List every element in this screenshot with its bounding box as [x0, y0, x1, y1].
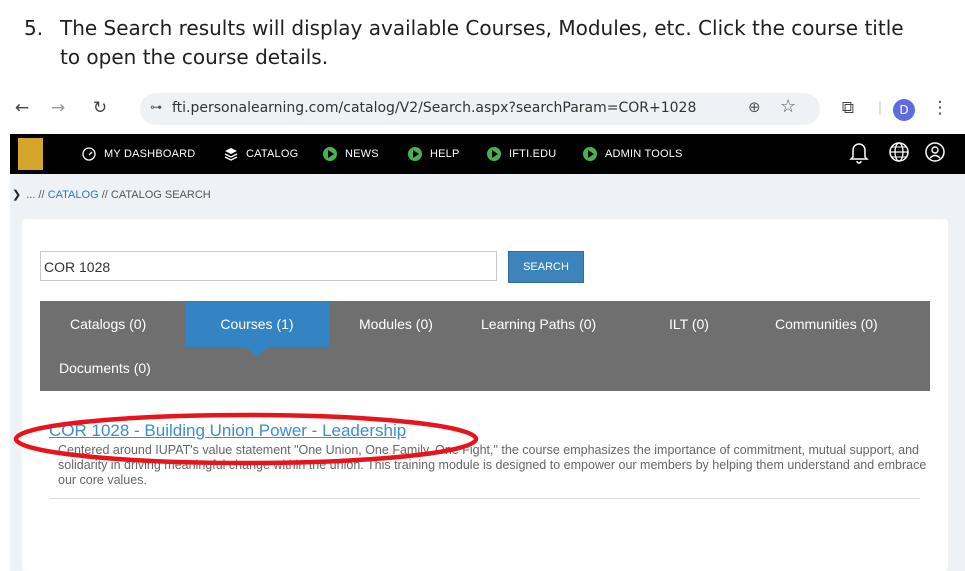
instruction-caption: 5. The Search results will display avail…	[24, 14, 924, 72]
nav-label: MY DASHBOARD	[104, 148, 196, 160]
globe-icon[interactable]	[888, 140, 910, 169]
nav-catalog[interactable]: CATALOG	[224, 146, 298, 162]
reload-icon[interactable]: ↻	[88, 96, 112, 120]
nav-ifti-edu[interactable]: IFTI.EDU	[487, 146, 556, 162]
nav-admin-tools[interactable]: ADMIN TOOLS	[583, 146, 683, 162]
red-annotation-ellipse	[13, 412, 479, 466]
step-number: 5.	[24, 16, 44, 40]
bookmark-star-icon[interactable]: ☆	[780, 96, 796, 117]
nav-label: CATALOG	[246, 148, 299, 160]
breadcrumb-ellipsis[interactable]: ... //	[26, 189, 44, 201]
chevron-right-icon: ❯	[12, 189, 22, 201]
nav-help[interactable]: HELP	[408, 146, 460, 162]
extensions-puzzle-icon[interactable]: ⧉	[836, 96, 860, 120]
play-circle-icon	[583, 147, 597, 161]
result-divider	[49, 498, 920, 499]
nav-label: IFTI.EDU	[509, 148, 557, 160]
back-arrow-icon[interactable]: ←	[10, 96, 34, 120]
nav-news[interactable]: NEWS	[323, 146, 379, 162]
nav-label: HELP	[430, 148, 460, 160]
nav-label: NEWS	[345, 148, 379, 160]
browser-toolbar: ← → ↻ ⊶ fti.personalearning.com/catalog/…	[0, 88, 965, 130]
nav-label: ADMIN TOOLS	[605, 148, 683, 160]
zoom-icon[interactable]: ⊕	[748, 98, 761, 116]
site-logo[interactable]	[18, 138, 43, 170]
breadcrumb-catalog-link[interactable]: CATALOG	[48, 189, 99, 201]
address-bar[interactable]: ⊶ fti.personalearning.com/catalog/V2/Sea…	[140, 93, 820, 125]
play-circle-icon	[487, 147, 501, 161]
toolbar-divider: |	[877, 100, 883, 116]
breadcrumb: ❯ ... // CATALOG // CATALOG SEARCH	[10, 174, 965, 214]
play-circle-icon	[408, 147, 422, 161]
tab-catalogs[interactable]: Catalogs (0)	[70, 301, 146, 347]
url-text[interactable]: fti.personalearning.com/catalog/V2/Searc…	[172, 100, 696, 116]
breadcrumb-separator: //	[101, 189, 108, 201]
play-circle-icon	[323, 147, 337, 161]
profile-avatar[interactable]: D	[893, 99, 915, 121]
tab-courses[interactable]: Courses (1)	[185, 301, 329, 357]
result-tabs: Catalogs (0) Courses (1) Modules (0) Lea…	[40, 301, 930, 391]
more-menu-icon[interactable]: ⋮	[928, 96, 952, 120]
tab-ilt[interactable]: ILT (0)	[669, 301, 709, 347]
notification-bell-icon[interactable]	[848, 140, 870, 169]
tab-communities[interactable]: Communities (0)	[775, 301, 878, 347]
dashboard-gauge-icon	[82, 147, 96, 161]
search-button[interactable]: SEARCH	[508, 251, 584, 283]
nav-my-dashboard[interactable]: MY DASHBOARD	[82, 146, 195, 162]
site-settings-icon[interactable]: ⊶	[150, 100, 172, 118]
tab-learning-paths[interactable]: Learning Paths (0)	[481, 301, 596, 347]
tab-documents[interactable]: Documents (0)	[59, 345, 151, 391]
layers-icon	[224, 147, 238, 161]
search-input[interactable]: COR 1028	[40, 251, 497, 281]
forward-arrow-icon[interactable]: →	[46, 96, 70, 120]
user-profile-icon[interactable]	[924, 140, 946, 169]
breadcrumb-current: CATALOG SEARCH	[110, 189, 211, 201]
site-top-nav: MY DASHBOARD CATALOG NEWS HELP IFTI.EDU …	[10, 134, 965, 174]
step-text: The Search results will display availabl…	[60, 16, 904, 69]
tab-modules[interactable]: Modules (0)	[359, 301, 433, 347]
